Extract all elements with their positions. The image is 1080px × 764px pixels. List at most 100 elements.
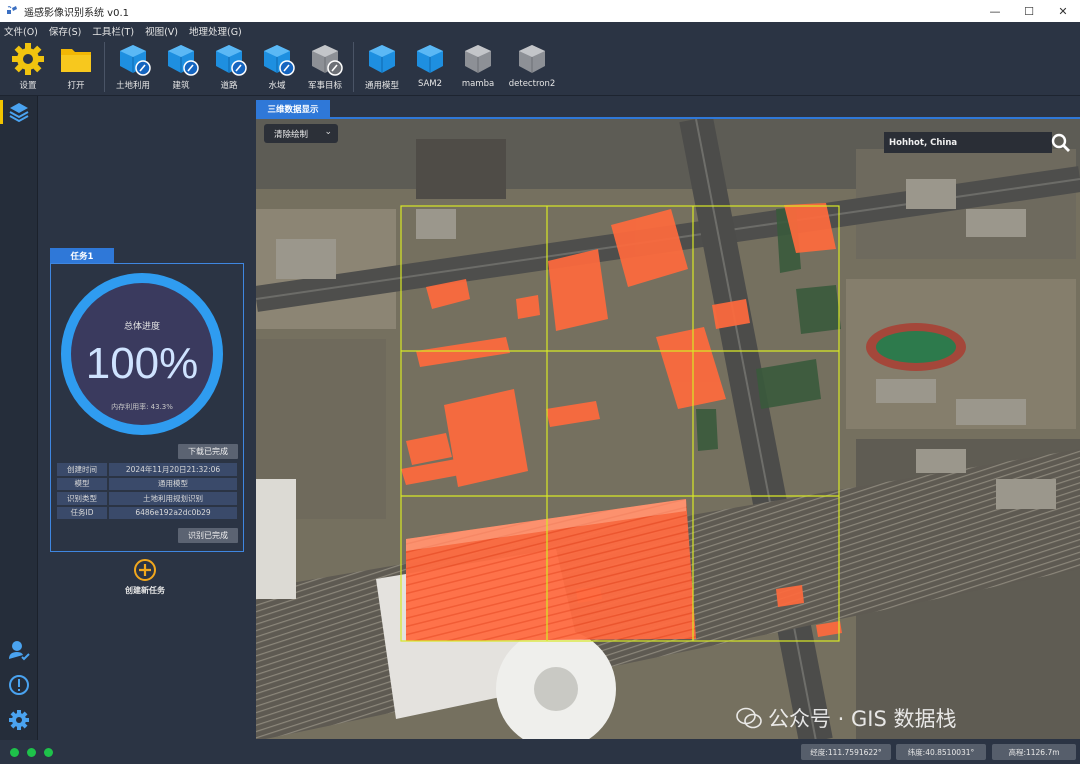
toolbar-separator [353, 42, 354, 92]
created-time-key: 创建时间 [57, 463, 107, 476]
cube-disabled-icon [514, 42, 550, 76]
road-button[interactable]: 道路 [205, 39, 253, 95]
create-task-button[interactable]: 创建新任务 [100, 558, 190, 596]
create-task-label: 创建新任务 [125, 586, 165, 595]
settings-label: 设置 [19, 81, 37, 91]
watermark: 公众号 · GIS 数据栈 [736, 703, 957, 733]
military-target-label: 军事目标 [307, 81, 342, 91]
task-card: 总体进度 100% 内存利用率: 43.3% 下载已完成 创建时间 2024年1… [50, 263, 244, 552]
title-bar: 遥感影像识别系统 v0.1 — ☐ ✕ [0, 0, 1080, 22]
general-model-label: 通用模型 [364, 81, 399, 91]
clear-draw-label: 清除绘制 [274, 129, 309, 140]
task-info-row: 识别类型 土地利用规划识别 [57, 492, 237, 505]
cube-edit-icon [163, 42, 199, 76]
user-check-icon[interactable] [7, 638, 31, 662]
menu-toolbar[interactable]: 工具栏(T) [92, 24, 134, 38]
satellite-map [256, 119, 1080, 739]
recognition-type-key: 识别类型 [57, 492, 107, 505]
add-circle-icon [134, 559, 156, 581]
road-label: 道路 [220, 81, 238, 91]
folder-icon [58, 42, 94, 76]
menu-bar: 文件(O) 保存(S) 工具栏(T) 视图(V) 地理处理(G) [0, 22, 1080, 39]
task-info-row: 任务ID 6486e192a2dc0b29 [57, 506, 237, 519]
cube-disabled-icon [460, 42, 496, 76]
chevron-down-icon: ⌄ [324, 127, 332, 137]
maximize-button[interactable]: ☐ [1012, 0, 1046, 22]
progress-ring: 总体进度 100% 内存利用率: 43.3% [59, 271, 225, 437]
minimize-button[interactable]: — [978, 0, 1012, 22]
sam2-button[interactable]: SAM2 [406, 39, 454, 95]
menu-save[interactable]: 保存(S) [49, 24, 81, 38]
detectron2-button[interactable]: detectron2 [502, 39, 562, 95]
task-panel: 任务1 总体进度 100% 内存利用率: 43.3% 下载已完成 创建时间 20… [38, 96, 256, 740]
wechat-icon [736, 707, 762, 729]
mamba-button[interactable]: mamba [454, 39, 502, 95]
clear-draw-dropdown[interactable]: 清除绘制 ⌄ [264, 124, 338, 143]
task-id-key: 任务ID [57, 506, 107, 519]
toolbar-separator [104, 42, 105, 92]
altitude-readout: 高程:1126.7m [992, 744, 1076, 760]
gear-icon [10, 42, 46, 76]
progress-title: 总体进度 [123, 322, 160, 332]
map-viewport[interactable]: 清除绘制 ⌄ Hohhot, China 公众号 · GIS 数据栈 [256, 117, 1080, 739]
status-dot [44, 748, 53, 757]
search-button[interactable] [1048, 132, 1074, 154]
status-dot [10, 748, 19, 757]
window-title: 遥感影像识别系统 v0.1 [24, 7, 129, 19]
cube-edit-icon [259, 42, 295, 76]
open-button[interactable]: 打开 [52, 39, 100, 95]
sam2-label: SAM2 [417, 79, 443, 89]
alert-icon[interactable] [7, 673, 31, 697]
cube-icon [412, 42, 448, 76]
tab-3d-view[interactable]: 三维数据显示 [256, 100, 330, 117]
cube-edit-icon [211, 42, 247, 76]
menu-geoprocessing[interactable]: 地理处理(G) [189, 24, 242, 38]
app-window: 遥感影像识别系统 v0.1 — ☐ ✕ 文件(O) 保存(S) 工具栏(T) 视… [0, 0, 1080, 764]
building-button[interactable]: 建筑 [157, 39, 205, 95]
water-button[interactable]: 水域 [253, 39, 301, 95]
status-dot [27, 748, 36, 757]
latitude-readout: 纬度:40.8510031° [896, 744, 986, 760]
cube-edit-icon [115, 42, 151, 76]
gear-icon[interactable] [7, 708, 31, 732]
model-key: 模型 [57, 477, 107, 490]
menu-file[interactable]: 文件(O) [4, 24, 38, 38]
progress-value: 100% [85, 339, 199, 388]
settings-button[interactable]: 设置 [4, 39, 52, 95]
status-bar: 经度:111.7591622° 纬度:40.8510031° 高程:1126.7… [0, 740, 1080, 764]
window-controls: — ☐ ✕ [978, 0, 1080, 22]
sidebar [0, 96, 38, 740]
landuse-button[interactable]: 土地利用 [109, 39, 157, 95]
menu-view[interactable]: 视图(V) [145, 24, 178, 38]
cube-edit-disabled-icon [307, 42, 343, 76]
watermark-text: 公众号 · GIS 数据栈 [768, 707, 957, 731]
memory-usage: 内存利用率: 43.3% [111, 403, 173, 411]
close-button[interactable]: ✕ [1046, 0, 1080, 22]
toolbar: 设置 打开 土地利用 建筑 道路 水域 军事目标 通用模型 SAM2 mamba… [0, 39, 1080, 96]
task-tab[interactable]: 任务1 [50, 248, 114, 263]
open-label: 打开 [67, 81, 85, 91]
longitude-readout: 经度:111.7591622° [801, 744, 891, 760]
task-info-row: 模型 通用模型 [57, 477, 237, 490]
location-search-input[interactable]: Hohhot, China [884, 132, 1052, 153]
task-id-value: 6486e192a2dc0b29 [109, 506, 237, 519]
layers-icon[interactable] [7, 100, 31, 124]
military-target-button[interactable]: 军事目标 [301, 39, 349, 95]
water-label: 水域 [268, 81, 286, 91]
download-complete-button[interactable]: 下载已完成 [178, 444, 238, 459]
landuse-label: 土地利用 [115, 81, 150, 91]
general-model-button[interactable]: 通用模型 [358, 39, 406, 95]
detectron2-label: detectron2 [508, 79, 556, 89]
search-icon [1051, 133, 1070, 152]
created-time-value: 2024年11月20日21:32:06 [109, 463, 237, 476]
app-logo-icon [6, 5, 18, 17]
cube-icon [364, 42, 400, 76]
task-info-table: 创建时间 2024年11月20日21:32:06 模型 通用模型 识别类型 土地… [57, 463, 237, 521]
recognition-complete-button[interactable]: 识别已完成 [178, 528, 238, 543]
active-indicator [0, 100, 3, 124]
model-value: 通用模型 [109, 477, 237, 490]
mamba-label: mamba [461, 79, 495, 89]
building-label: 建筑 [172, 81, 190, 91]
recognition-type-value: 土地利用规划识别 [109, 492, 237, 505]
task-info-row: 创建时间 2024年11月20日21:32:06 [57, 463, 237, 476]
